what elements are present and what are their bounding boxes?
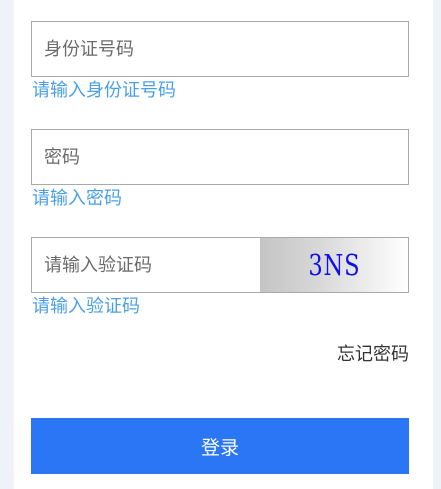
- id-number-field: [31, 21, 409, 77]
- forgot-password-link[interactable]: 忘记密码: [337, 342, 409, 368]
- id-number-input[interactable]: [32, 22, 408, 76]
- captcha-input[interactable]: [32, 238, 260, 292]
- login-button[interactable]: 登录: [31, 418, 409, 474]
- captcha-code: 3NS: [307, 248, 361, 282]
- captcha-hint: 请输入验证码: [32, 296, 140, 317]
- password-input[interactable]: [32, 130, 408, 184]
- password-hint: 请输入密码: [32, 188, 122, 209]
- captcha-image[interactable]: 3NS: [260, 238, 408, 292]
- id-number-hint: 请输入身份证号码: [32, 80, 176, 101]
- password-field: [31, 129, 409, 185]
- captcha-field: 3NS: [31, 237, 409, 293]
